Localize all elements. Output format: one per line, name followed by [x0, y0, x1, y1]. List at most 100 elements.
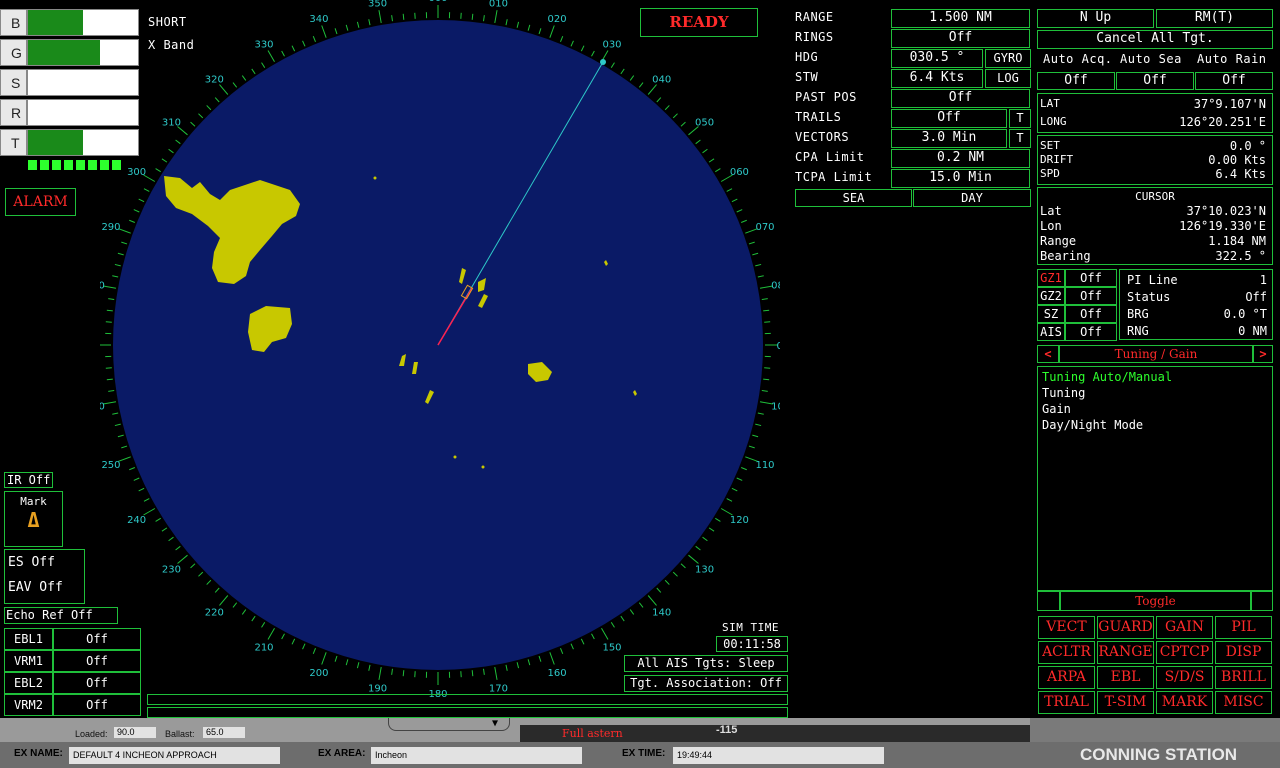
function-button-mark[interactable]: MARK	[1156, 691, 1213, 714]
param-value[interactable]: Off	[891, 89, 1030, 108]
pi-label: Status	[1127, 290, 1171, 304]
param-value[interactable]: 1.500 NM	[891, 9, 1030, 28]
bearing-tick	[763, 378, 770, 381]
bearing-tick	[368, 664, 371, 671]
bearing-label: 240	[127, 515, 146, 526]
bearing-tick	[321, 652, 327, 665]
bearing-tick	[731, 198, 738, 203]
bearing-tick	[161, 527, 168, 532]
bearing-tick	[138, 198, 145, 203]
function-button-range[interactable]: RANGE	[1097, 641, 1154, 664]
function-button-guard[interactable]: GUARD	[1097, 616, 1154, 639]
function-button-sds[interactable]: S/D/S	[1156, 666, 1213, 689]
message-bar-1	[147, 694, 788, 705]
param-value[interactable]: 030.5 °	[891, 49, 983, 68]
zone-value-button[interactable]: Off	[1065, 305, 1117, 323]
function-button-brill[interactable]: BRILL	[1215, 666, 1272, 689]
zone-value-button[interactable]: Off	[1065, 287, 1117, 305]
param-value[interactable]: 3.0 Min	[891, 129, 1007, 148]
param-value[interactable]: 15.0 Min	[891, 169, 1030, 188]
function-button-disp[interactable]: DISP	[1215, 641, 1272, 664]
bearing-tick	[138, 487, 145, 492]
tuning-menu-item[interactable]: Gain	[1042, 401, 1172, 417]
bearing-tick	[471, 670, 474, 677]
auto-value-button[interactable]: Off	[1195, 72, 1273, 90]
es-button[interactable]: ES Off	[8, 555, 55, 570]
tuning-menu-item[interactable]: Tuning Auto/Manual	[1042, 369, 1172, 385]
tuning-menu-item[interactable]: Tuning	[1042, 385, 1172, 401]
bearing-tick	[378, 10, 382, 24]
sea-button[interactable]: SEA	[795, 189, 912, 207]
function-button-vect[interactable]: VECT	[1038, 616, 1095, 639]
ais-sleep-button[interactable]: All AIS Tgts: Sleep	[624, 655, 788, 672]
set-drift-panel: SET 0.0 ° DRIFT 0.00 Kts SPD 6.4 Kts	[1037, 135, 1273, 185]
bearing-tick	[190, 121, 196, 127]
bearing-tick	[267, 50, 275, 63]
bearing-tick	[656, 97, 662, 103]
zone-value-button[interactable]: Off	[1065, 323, 1117, 341]
day-button[interactable]: DAY	[913, 189, 1031, 207]
function-button-pil[interactable]: PIL	[1215, 616, 1272, 639]
bearing-tick	[755, 423, 762, 427]
bearing-label: 130	[695, 565, 714, 576]
bearing-label: 210	[254, 642, 273, 653]
tuning-next-button[interactable]: >	[1253, 345, 1273, 363]
bearing-label: 320	[205, 74, 224, 85]
bearing-tick	[267, 627, 275, 640]
function-button-ebl[interactable]: EBL	[1097, 666, 1154, 689]
spd-value: 6.4 Kts	[1215, 167, 1266, 181]
param-extra-button[interactable]: LOG	[985, 69, 1031, 88]
bearing-tick	[190, 563, 196, 569]
bearing-tick	[549, 652, 555, 665]
tuning-segment	[88, 160, 97, 170]
param-label: RANGE	[795, 10, 834, 24]
bearing-label: 030	[602, 40, 621, 51]
bearing-tick	[133, 209, 140, 213]
function-button-arpa[interactable]: ARPA	[1038, 666, 1095, 689]
bearing-tick	[483, 15, 485, 22]
orientation-button[interactable]: N Up	[1037, 9, 1154, 28]
bearing-tick	[198, 113, 204, 119]
radar-scope[interactable]: 000 010 020 030 040 050 060 070 080 090 100 110 120 1…	[100, 0, 780, 710]
bearing-tick	[570, 40, 574, 47]
engine-order: Full astern	[562, 727, 623, 740]
auto-value-button[interactable]: Off	[1116, 72, 1194, 90]
bearing-label: 020	[547, 14, 566, 25]
param-value[interactable]: Off	[891, 29, 1030, 48]
ir-button[interactable]: IR Off	[4, 472, 53, 488]
cursor-label: Bearing	[1040, 249, 1091, 263]
bearing-tick	[143, 188, 150, 192]
auto-value-button[interactable]: Off	[1037, 72, 1115, 90]
motion-mode-button[interactable]: RM(T)	[1156, 9, 1273, 28]
mark-button[interactable]: Mark Δ	[4, 491, 63, 547]
zone-value-button[interactable]: Off	[1065, 269, 1117, 287]
alarm-button[interactable]: ALARM	[5, 188, 76, 216]
function-button-trial[interactable]: TRIAL	[1038, 691, 1095, 714]
bearing-tick	[629, 75, 635, 81]
bearing-tick	[757, 275, 764, 278]
function-button-gain[interactable]: GAIN	[1156, 616, 1213, 639]
param-extra-button[interactable]: GYRO	[985, 49, 1031, 68]
dropdown-arrow-icon[interactable]: ▼	[492, 718, 498, 729]
function-button-tsim[interactable]: T-SIM	[1097, 691, 1154, 714]
param-extra-button[interactable]: T	[1009, 109, 1031, 128]
param-extra-button[interactable]: T	[1009, 129, 1031, 148]
eav-button[interactable]: EAV Off	[8, 580, 63, 595]
bearing-tick	[505, 664, 508, 671]
bearing-tick	[368, 19, 371, 26]
function-button-misc[interactable]: MISC	[1215, 691, 1272, 714]
function-button-acltr[interactable]: ACLTR	[1038, 641, 1095, 664]
cancel-all-targets-button[interactable]: Cancel All Tgt.	[1037, 30, 1273, 49]
param-value[interactable]: Off	[891, 109, 1007, 128]
rpm-value: -115	[716, 724, 738, 736]
tuning-prev-button[interactable]: <	[1037, 345, 1059, 363]
param-value[interactable]: 0.2 NM	[891, 149, 1030, 168]
bearing-tick	[133, 477, 140, 481]
tuning-menu-item[interactable]: Day/Night Mode	[1042, 417, 1172, 433]
function-button-cptcp[interactable]: CPTCP	[1156, 641, 1213, 664]
toggle-button[interactable]: Toggle	[1060, 591, 1251, 611]
param-value[interactable]: 6.4 Kts	[891, 69, 983, 88]
target-association-button[interactable]: Tgt. Association: Off	[624, 675, 788, 692]
ex-area-label: EX AREA:	[318, 748, 366, 759]
bearing-label: 000	[428, 0, 447, 4]
